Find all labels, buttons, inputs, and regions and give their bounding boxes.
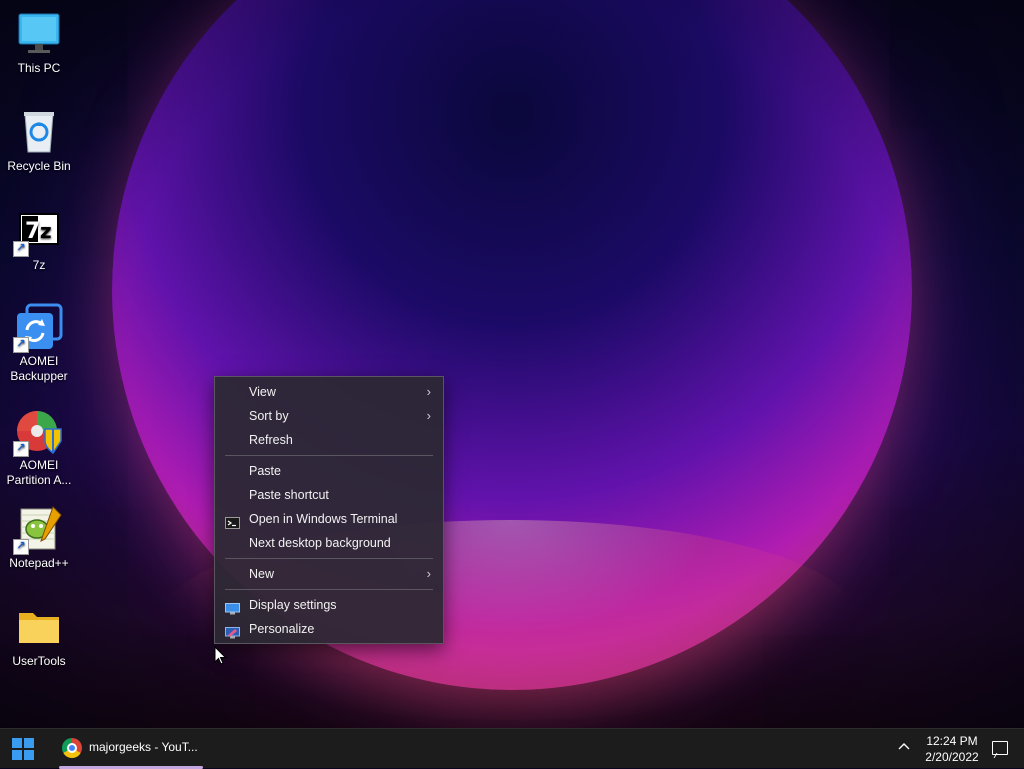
menu-item-label: Next desktop background	[249, 536, 391, 550]
menu-item-open-terminal[interactable]: Open in Windows Terminal	[215, 507, 443, 531]
desktop-icon-recycle-bin[interactable]: Recycle Bin	[1, 108, 77, 174]
monitor-icon	[15, 10, 63, 58]
menu-item-label: New	[249, 567, 275, 581]
menu-item-label: Sort by	[249, 409, 289, 423]
shortcut-arrow-icon: ↗	[13, 539, 29, 555]
desktop-icon-7z[interactable]: 7 z ↗ 7z	[1, 207, 77, 273]
menu-item-view[interactable]: View ›	[215, 380, 443, 404]
notepad-plus-plus-icon: ↗	[13, 505, 63, 555]
menu-item-sort-by[interactable]: Sort by ›	[215, 404, 443, 428]
shortcut-arrow-icon: ↗	[13, 337, 29, 353]
submenu-arrow-icon: ›	[426, 384, 431, 399]
desktop-icon-aomei-partition[interactable]: ↗ AOMEI Partition A...	[1, 407, 77, 488]
menu-item-personalize[interactable]: Personalize	[215, 617, 443, 641]
desktop-icon-label: 7z	[32, 258, 46, 272]
desktop-wallpaper	[0, 0, 1024, 728]
7zip-icon: 7 z ↗	[13, 207, 63, 257]
taskbar: majorgeeks - YouT... 12:24 PM 2/20/2022	[0, 728, 1024, 769]
shortcut-arrow-icon: ↗	[13, 241, 29, 257]
wallpaper-vignette	[0, 0, 1024, 728]
menu-item-refresh[interactable]: Refresh	[215, 428, 443, 452]
menu-separator	[225, 558, 433, 559]
start-button[interactable]	[12, 738, 34, 760]
personalize-icon	[225, 623, 240, 639]
menu-item-label: Refresh	[249, 433, 293, 447]
menu-item-label: View	[249, 385, 276, 399]
desktop-icon-label: AOMEI Partition A...	[6, 458, 72, 487]
desktop-icon-label: AOMEI Backupper	[10, 354, 68, 383]
menu-item-label: Display settings	[249, 598, 337, 612]
clock-time: 12:24 PM	[926, 734, 978, 748]
desktop-icon-usertools[interactable]: UserTools	[1, 603, 77, 669]
partition-disk-icon: ↗	[13, 407, 63, 457]
windows-logo-pane	[24, 750, 34, 760]
menu-item-display-settings[interactable]: Display settings	[215, 593, 443, 617]
shortcut-arrow-icon: ↗	[13, 441, 29, 457]
recycle-bin-icon	[15, 108, 63, 156]
menu-item-next-background[interactable]: Next desktop background	[215, 531, 443, 555]
notification-center-icon[interactable]	[992, 741, 1008, 755]
menu-item-paste-shortcut[interactable]: Paste shortcut	[215, 483, 443, 507]
menu-item-paste[interactable]: Paste	[215, 459, 443, 483]
menu-item-new[interactable]: New ›	[215, 562, 443, 586]
folder-icon	[15, 603, 63, 651]
windows-logo-pane	[24, 738, 34, 748]
tray-overflow-chevron-icon[interactable]	[898, 739, 910, 755]
terminal-icon	[225, 513, 240, 529]
windows-logo-icon	[12, 738, 22, 748]
mouse-cursor-icon	[214, 645, 228, 671]
desktop-icon-this-pc[interactable]: This PC	[1, 10, 77, 76]
desktop-icon-notepad-plus-plus[interactable]: ↗ Notepad++	[1, 505, 77, 571]
menu-item-label: Paste shortcut	[249, 488, 329, 502]
desktop-context-menu: View › Sort by › Refresh Paste Paste sho…	[214, 376, 444, 644]
desktop-icon-label: This PC	[17, 61, 61, 75]
taskbar-app-label: majorgeeks - YouT...	[89, 740, 198, 754]
desktop-icon-label: Recycle Bin	[7, 159, 71, 173]
desktop-icon-label: Notepad++	[9, 556, 69, 570]
display-icon	[225, 599, 240, 615]
menu-item-label: Personalize	[249, 622, 315, 636]
menu-separator	[225, 589, 433, 590]
desktop-icon-aomei-backupper[interactable]: ↗ AOMEI Backupper	[1, 303, 77, 384]
svg-text:z: z	[40, 219, 52, 243]
backup-sync-icon: ↗	[13, 303, 63, 353]
chrome-icon	[62, 738, 82, 758]
clock-date: 2/20/2022	[925, 750, 979, 764]
menu-item-label: Open in Windows Terminal	[249, 512, 398, 526]
submenu-arrow-icon: ›	[426, 566, 431, 581]
submenu-arrow-icon: ›	[426, 408, 431, 423]
windows-logo-pane	[12, 750, 22, 760]
desktop-icon-label: UserTools	[12, 654, 66, 668]
system-clock[interactable]: 12:24 PM 2/20/2022	[912, 733, 992, 765]
menu-item-label: Paste	[249, 464, 281, 478]
menu-separator	[225, 455, 433, 456]
taskbar-app-chrome[interactable]: majorgeeks - YouT...	[59, 729, 203, 769]
